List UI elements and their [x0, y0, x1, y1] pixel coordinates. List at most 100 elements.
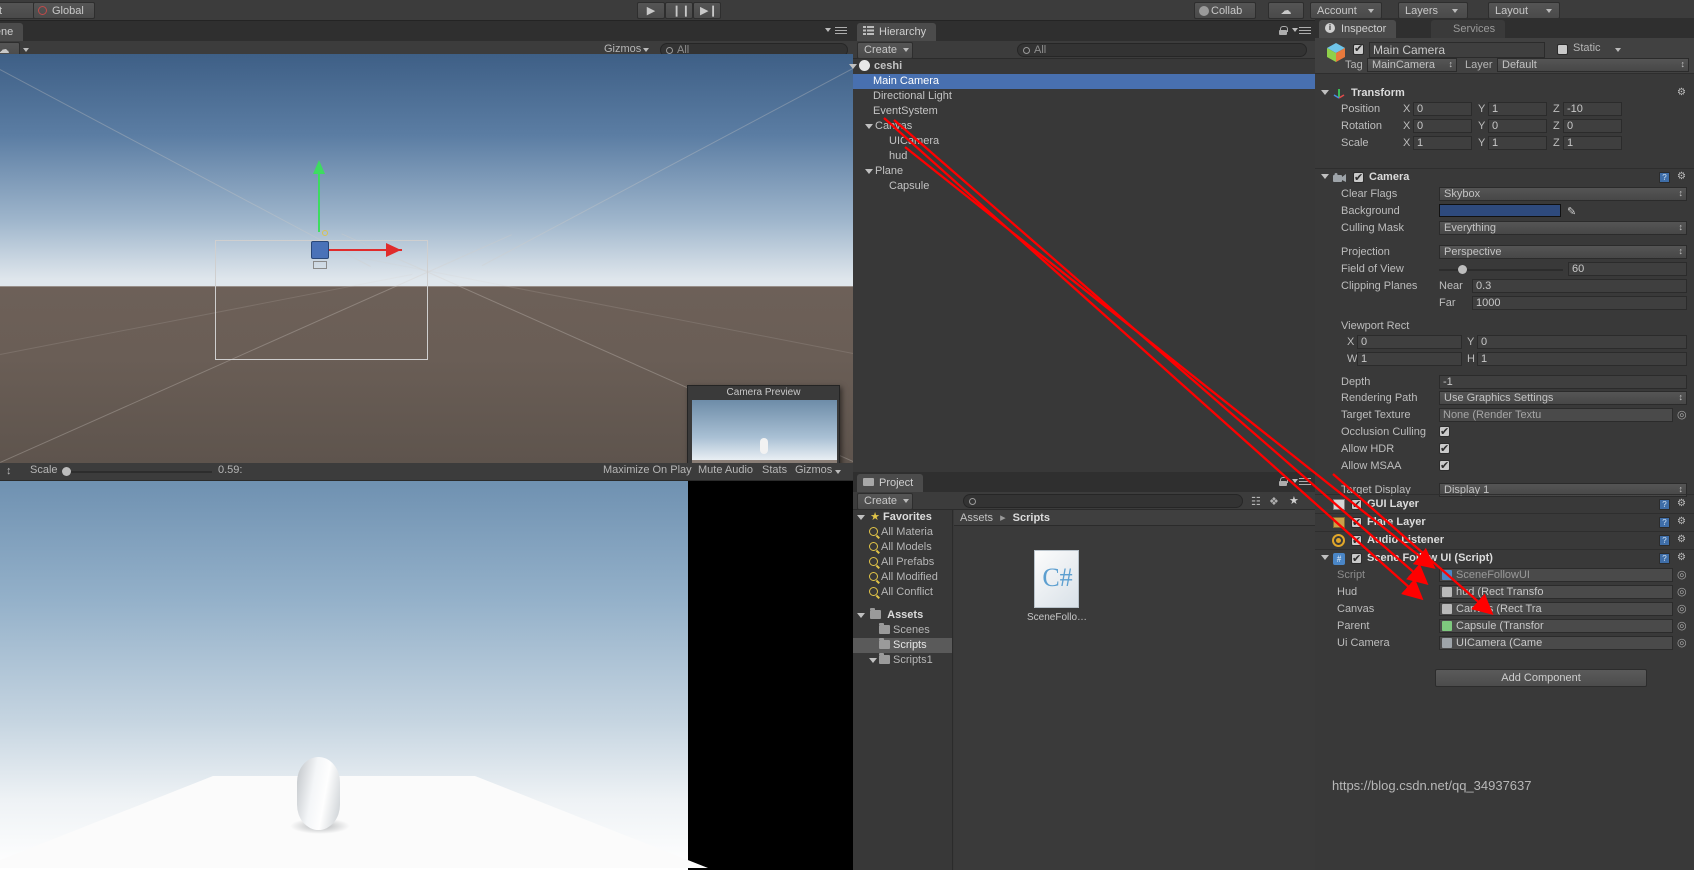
rendering-path-dropdown[interactable]: Use Graphics Settings [1439, 391, 1687, 405]
object-picker-icon[interactable]: ◎ [1677, 584, 1687, 601]
script-help-icon[interactable]: ? [1659, 553, 1670, 564]
clear-flags-dropdown[interactable]: Skybox [1439, 187, 1687, 201]
expand-icon[interactable] [865, 123, 873, 129]
scale-z-input[interactable]: 1 [1563, 136, 1622, 150]
viewport-h-input[interactable]: 1 [1477, 352, 1687, 366]
maximize-on-play-toggle[interactable]: Maximize On Play [603, 464, 692, 476]
favorites-expand-icon[interactable] [857, 514, 865, 520]
rotation-y-input[interactable]: 0 [1488, 119, 1547, 133]
audio-listener-enabled-checkbox[interactable] [1351, 533, 1362, 550]
gizmo-x-arrowhead[interactable] [386, 243, 401, 257]
position-z-input[interactable]: -10 [1563, 102, 1622, 116]
audio-listener-gear-icon[interactable]: ⚙ [1677, 534, 1688, 545]
flare-layer-gear-icon[interactable]: ⚙ [1677, 516, 1688, 527]
hierarchy-lock-icon[interactable] [1279, 26, 1288, 35]
hierarchy-item-uicamera[interactable]: UICamera [853, 134, 1315, 149]
gui-layer-enabled-checkbox[interactable] [1351, 497, 1362, 514]
add-component-button[interactable]: Add Component [1435, 669, 1647, 687]
project-lock-icon[interactable] [1279, 477, 1288, 486]
allow-hdr-checkbox[interactable] [1439, 441, 1450, 458]
hierarchy-menu-icon[interactable] [1299, 27, 1311, 36]
gizmo-y-axis[interactable] [318, 172, 320, 232]
script-foldout-icon[interactable] [1321, 555, 1329, 560]
rotation-x-input[interactable]: 0 [1413, 119, 1472, 133]
project-favorite-star-icon[interactable]: ★ [1289, 494, 1299, 507]
hierarchy-item-main-camera[interactable]: Main Camera [853, 74, 1315, 89]
background-color-swatch[interactable] [1439, 204, 1561, 217]
far-clip-input[interactable]: 1000 [1472, 296, 1687, 310]
favorite-item[interactable]: All Conflict [853, 585, 952, 600]
culling-mask-dropdown[interactable]: Everything [1439, 221, 1687, 235]
scene-viewport[interactable]: Camera Preview [0, 54, 854, 486]
hierarchy-search-input[interactable]: All [1017, 43, 1307, 57]
project-tree-item-scripts1[interactable]: Scripts1 [853, 653, 952, 668]
depth-input[interactable]: -1 [1439, 375, 1687, 389]
csharp-script-icon[interactable]: C# [1034, 550, 1079, 608]
occlusion-culling-checkbox[interactable] [1439, 424, 1450, 441]
viewport-w-input[interactable]: 1 [1357, 352, 1462, 366]
tag-dropdown[interactable]: MainCamera [1367, 58, 1457, 72]
project-favorites-header[interactable]: ★ Favorites [853, 510, 952, 525]
favorite-item[interactable]: All Modified [853, 570, 952, 585]
target-texture-picker-icon[interactable]: ◎ [1677, 407, 1687, 424]
breadcrumb-root[interactable]: Assets [960, 512, 993, 524]
script-field-value[interactable]: UICamera (Came [1439, 636, 1673, 650]
position-x-input[interactable]: 0 [1413, 102, 1472, 116]
expand-icon[interactable] [869, 657, 877, 663]
game-scale-slider-thumb[interactable] [62, 467, 71, 476]
project-tree-item-scripts[interactable]: Scripts [853, 638, 952, 653]
object-picker-icon[interactable]: ◎ [1677, 601, 1687, 618]
fov-slider-thumb[interactable] [1458, 265, 1467, 274]
expand-icon[interactable] [865, 168, 873, 174]
script-enabled-checkbox[interactable] [1351, 551, 1362, 568]
tab-services[interactable]: Services [1431, 20, 1506, 38]
flare-layer-help-icon[interactable]: ? [1659, 517, 1670, 528]
script-field-value[interactable]: Capsule (Transfor [1439, 619, 1673, 633]
layer-dropdown[interactable]: Default [1497, 58, 1689, 72]
transform-gear-icon[interactable]: ⚙ [1677, 87, 1688, 98]
project-filter-label-icon[interactable]: ❖ [1269, 495, 1281, 508]
hierarchy-item-eventsystem[interactable]: EventSystem [853, 104, 1315, 119]
game-scale-slider-track[interactable] [62, 471, 212, 473]
scale-y-input[interactable]: 1 [1488, 136, 1547, 150]
projection-dropdown[interactable]: Perspective [1439, 245, 1687, 259]
cloud-button[interactable]: ☁ [1268, 2, 1304, 19]
camera-enabled-checkbox[interactable] [1353, 170, 1364, 187]
scene-menu-icon[interactable] [835, 27, 847, 36]
favorite-item[interactable]: All Prefabs [853, 555, 952, 570]
camera-foldout-icon[interactable] [1321, 174, 1329, 179]
camera-gear-icon[interactable]: ⚙ [1677, 171, 1688, 182]
project-filter-type-icon[interactable]: ☷ [1251, 495, 1263, 508]
rotation-z-input[interactable]: 0 [1563, 119, 1622, 133]
gui-layer-help-icon[interactable]: ? [1659, 499, 1670, 510]
step-button[interactable]: ▶❙ [693, 2, 721, 19]
hierarchy-item-canvas[interactable]: Canvas [853, 119, 1315, 134]
project-assets-header[interactable]: Assets [853, 608, 952, 623]
near-clip-input[interactable]: 0.3 [1472, 279, 1687, 293]
allow-msaa-checkbox[interactable] [1439, 458, 1450, 475]
object-picker-icon[interactable]: ◎ [1677, 618, 1687, 635]
gameobject-name-input[interactable]: Main Camera [1369, 42, 1545, 58]
hierarchy-item-hud[interactable]: hud [853, 149, 1315, 164]
project-menu-icon[interactable] [1299, 478, 1311, 487]
static-checkbox[interactable] [1557, 44, 1568, 55]
script-field-value[interactable]: hud (Rect Transfo [1439, 585, 1673, 599]
hierarchy-item-ceshi[interactable]: ceshi [849, 59, 1315, 74]
pause-button[interactable]: ❙❙ [665, 2, 693, 19]
gameobject-enabled-checkbox[interactable] [1353, 42, 1364, 55]
object-picker-icon[interactable]: ◎ [1677, 635, 1687, 652]
flare-layer-enabled-checkbox[interactable] [1351, 515, 1362, 532]
fov-input[interactable]: 60 [1568, 262, 1687, 276]
hierarchy-item-plane[interactable]: Plane [853, 164, 1315, 179]
game-gizmos-button[interactable]: Gizmos [795, 464, 832, 476]
target-texture-field[interactable]: None (Render Textu [1439, 408, 1673, 422]
eyedropper-icon[interactable]: ✎ [1567, 204, 1576, 221]
script-field-value[interactable]: Canvas (Rect Tra [1439, 602, 1673, 616]
favorite-item[interactable]: All Models [853, 540, 952, 555]
transform-foldout-icon[interactable] [1321, 90, 1329, 95]
hierarchy-item-capsule[interactable]: Capsule [853, 179, 1315, 194]
audio-listener-help-icon[interactable]: ? [1659, 535, 1670, 546]
game-viewport[interactable] [0, 481, 853, 870]
project-search-input[interactable] [963, 494, 1243, 508]
viewport-x-input[interactable]: 0 [1357, 335, 1462, 349]
